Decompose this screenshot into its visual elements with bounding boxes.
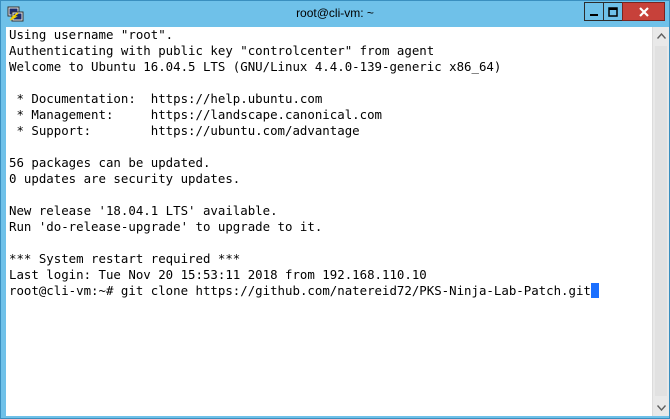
terminal-line: Welcome to Ubuntu 16.04.5 LTS (GNU/Linux…	[9, 59, 502, 74]
close-icon	[638, 6, 649, 17]
scrollbar-thumb[interactable]	[655, 46, 667, 396]
terminal-line: Using username "root".	[9, 27, 174, 42]
maximize-icon	[608, 6, 618, 17]
command-line[interactable]: root@cli-vm:~# git clone https://github.…	[9, 283, 599, 299]
terminal-line: Authenticating with public key "controlc…	[9, 43, 435, 58]
terminal-lines: Using username "root". Authenticating wi…	[9, 27, 599, 299]
text-cursor	[590, 283, 599, 298]
terminal-output[interactable]: Using username "root". Authenticating wi…	[6, 27, 652, 416]
terminal-line: * Documentation: https://help.ubuntu.com	[9, 91, 323, 106]
window-controls	[584, 2, 665, 22]
scroll-up-button[interactable]	[653, 27, 669, 44]
scroll-up-arrow-icon	[656, 32, 666, 39]
terminal-line: 56 packages can be updated.	[9, 155, 211, 170]
terminal-line: New release '18.04.1 LTS' available.	[9, 203, 278, 218]
vertical-scrollbar[interactable]	[652, 27, 669, 416]
terminal-window: root@cli-vm: ~ Using username "root". Au…	[0, 0, 670, 419]
scroll-down-arrow-icon	[656, 404, 666, 411]
shell-prompt: root@cli-vm:~#	[9, 283, 121, 298]
terminal-line: * Management: https://landscape.canonica…	[9, 107, 382, 122]
maximize-button[interactable]	[603, 2, 623, 21]
terminal-line: * Support: https://ubuntu.com/advantage	[9, 123, 360, 138]
window-title: root@cli-vm: ~	[296, 6, 374, 20]
title-bar[interactable]: root@cli-vm: ~	[1, 1, 669, 27]
close-button[interactable]	[622, 2, 665, 21]
minimize-button[interactable]	[584, 2, 604, 21]
terminal-line: *** System restart required ***	[9, 251, 241, 266]
terminal-line: Run 'do-release-upgrade' to upgrade to i…	[9, 219, 323, 234]
minimize-icon	[590, 13, 598, 16]
scroll-down-button[interactable]	[653, 399, 669, 416]
terminal-line: Last login: Tue Nov 20 15:53:11 2018 fro…	[9, 267, 427, 282]
command-text: git clone https://github.com/natereid72/…	[120, 283, 591, 298]
terminal-line: 0 updates are security updates.	[9, 171, 241, 186]
